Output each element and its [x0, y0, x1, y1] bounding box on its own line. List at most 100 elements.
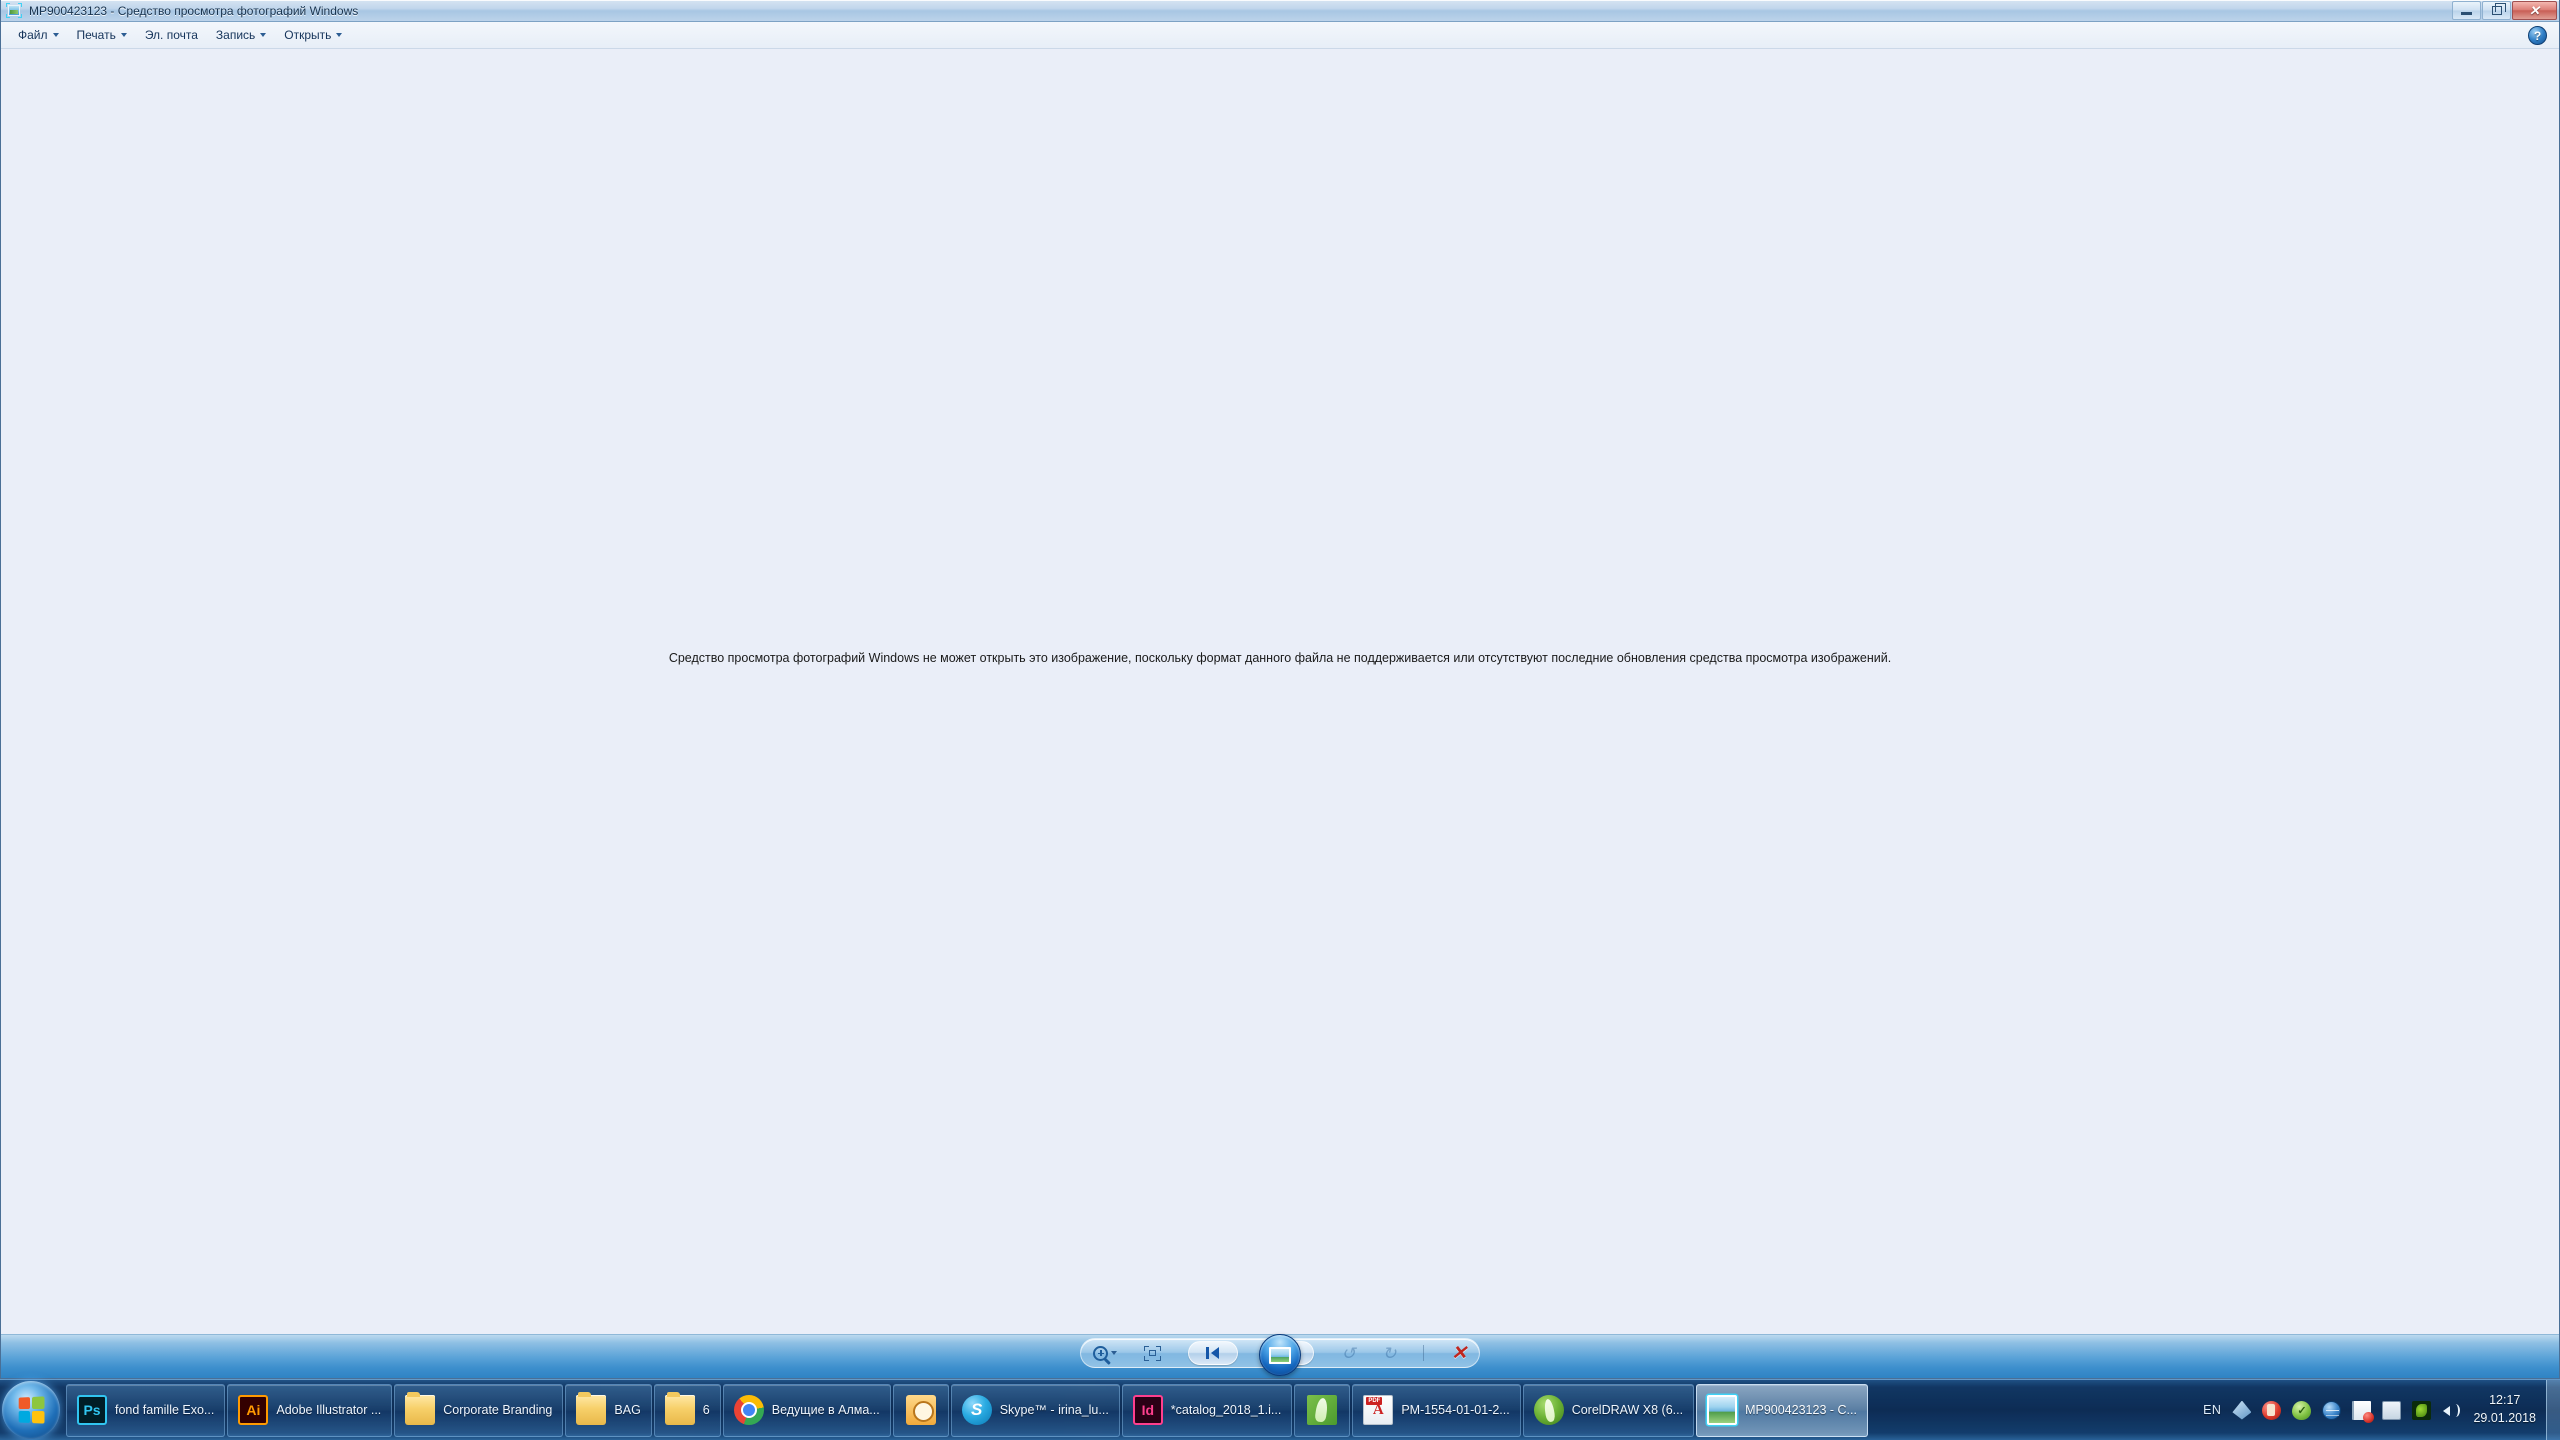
chevron-down-icon — [336, 33, 343, 37]
taskbar-item-label: BAG — [614, 1403, 641, 1417]
coreldraw-icon — [1533, 1395, 1564, 1425]
taskbar-item-label: Ведущие в Алма... — [771, 1403, 880, 1417]
zoom-in-icon — [1093, 1345, 1108, 1361]
photo-viewer-icon — [6, 3, 22, 18]
taskbar-item-label: fond famille Exo... — [115, 1403, 215, 1417]
show-desktop-button[interactable] — [2546, 1379, 2560, 1440]
delete-icon: ✕ — [1451, 1342, 1467, 1364]
previous-arrow-icon — [1211, 1347, 1220, 1359]
window-title: MP900423123 - Средство просмотра фотогра… — [29, 3, 359, 18]
satellite-dish-icon[interactable] — [2232, 1400, 2252, 1420]
slideshow-button[interactable] — [1259, 1334, 1301, 1376]
title-bar[interactable]: MP900423123 - Средство просмотра фотогра… — [1, 0, 2559, 22]
menu-item-label: Печать — [76, 28, 116, 42]
taskbar-item-label: CorelDRAW X8 (6... — [1571, 1403, 1684, 1417]
taskbar-item-pdf[interactable]: A PM-1554-01-01-2... — [1352, 1383, 1521, 1437]
folder-icon — [576, 1392, 607, 1425]
zoom-button[interactable] — [1093, 1341, 1117, 1365]
chevron-down-icon — [260, 33, 267, 37]
toolbar-separator — [1423, 1345, 1425, 1361]
taskbar-item-label: *catalog_2018_1.i... — [1170, 1403, 1282, 1417]
taskbar-item-label: Skype™ - irina_lu... — [999, 1403, 1109, 1417]
menu-item-label: Эл. почта — [144, 28, 198, 42]
menu-item-label: Открыть — [284, 28, 332, 42]
illustrator-icon: Ai — [238, 1395, 269, 1425]
photoshop-icon: Ps — [77, 1395, 107, 1425]
taskbar-item-skype[interactable]: S Skype™ - irina_lu... — [950, 1383, 1120, 1437]
green-leaf-icon — [1307, 1395, 1338, 1425]
fit-to-window-button[interactable] — [1143, 1341, 1161, 1365]
system-tray: EN — [2189, 1380, 2467, 1440]
folder-icon — [405, 1392, 436, 1425]
menu-item-open[interactable]: Открыть — [275, 24, 351, 46]
taskbar-item-green-leaf-app[interactable] — [1294, 1383, 1351, 1437]
taskbar-item-folder-6[interactable]: 6 — [653, 1383, 721, 1437]
taskbar-item-label: PM-1554-01-01-2... — [1401, 1403, 1510, 1417]
previous-image-button[interactable] — [1187, 1341, 1238, 1365]
menu-item-email[interactable]: Эл. почта — [136, 24, 207, 46]
action-center-flag-icon[interactable] — [2352, 1400, 2375, 1423]
indesign-icon: Id — [1132, 1395, 1163, 1425]
chevron-down-icon — [52, 33, 59, 37]
bottom-control-bar: ↺ ↻ ✕ — [1, 1334, 2559, 1378]
network-monitor-icon[interactable] — [2382, 1400, 2402, 1420]
taskbar-item-photo-viewer[interactable]: MP900423123 - C... — [1696, 1383, 1868, 1437]
taskbar-item-outlook[interactable] — [892, 1383, 949, 1437]
taskbar-buttons: Ps fond famille Exo... Ai Adobe Illustra… — [66, 1383, 2189, 1437]
language-indicator[interactable]: EN — [2203, 1403, 2221, 1417]
viewer-toolbar: ↺ ↻ ✕ — [1080, 1334, 1480, 1376]
help-icon[interactable]: ? — [2528, 26, 2547, 45]
start-button[interactable] — [2, 1381, 60, 1439]
close-icon: ✕ — [2529, 3, 2540, 18]
taskbar-item-indesign[interactable]: Id *catalog_2018_1.i... — [1121, 1383, 1293, 1437]
outlook-icon — [905, 1395, 936, 1425]
chevron-down-icon — [120, 33, 127, 37]
fit-to-window-icon — [1143, 1345, 1161, 1361]
delete-button[interactable]: ✕ — [1451, 1341, 1467, 1365]
volume-icon[interactable] — [2442, 1401, 2461, 1420]
image-canvas: Средство просмотра фотографий Windows не… — [1, 49, 2559, 1334]
restore-button[interactable] — [2482, 1, 2511, 20]
pdf-icon: A — [1363, 1395, 1394, 1425]
menu-item-print[interactable]: Печать — [68, 24, 136, 46]
photo-viewer-icon — [1707, 1395, 1738, 1425]
taskbar-item-label: 6 — [702, 1403, 710, 1417]
rotate-counterclockwise-icon: ↺ — [1341, 1343, 1356, 1363]
skype-icon: S — [961, 1395, 992, 1425]
error-message: Средство просмотра фотографий Windows не… — [668, 650, 1892, 665]
rotate-clockwise-icon: ↻ — [1382, 1343, 1397, 1363]
nvidia-icon[interactable] — [2412, 1400, 2432, 1420]
taskbar-item-chrome[interactable]: Ведущие в Алма... — [722, 1383, 891, 1437]
slideshow-icon — [1269, 1346, 1291, 1364]
window-controls: ✕ — [2452, 1, 2557, 20]
menu-item-file[interactable]: Файл — [9, 24, 68, 46]
green-shield-icon[interactable] — [2292, 1400, 2312, 1420]
chrome-icon — [733, 1395, 764, 1425]
minimize-button[interactable] — [2452, 1, 2481, 20]
taskbar-item-label: MP900423123 - C... — [1745, 1403, 1857, 1417]
menu-item-label: Файл — [18, 28, 48, 42]
menu-item-label: Запись — [215, 28, 256, 42]
clock-date: 29.01.2018 — [2473, 1411, 2536, 1425]
taskbar-item-label: Adobe Illustrator ... — [276, 1403, 382, 1417]
taskbar-item-label: Corporate Branding — [443, 1403, 553, 1417]
network-globe-icon[interactable] — [2322, 1400, 2342, 1420]
taskbar-item-coreldraw[interactable]: CorelDRAW X8 (6... — [1522, 1383, 1695, 1437]
taskbar-item-illustrator[interactable]: Ai Adobe Illustrator ... — [227, 1383, 393, 1437]
taskbar-item-photoshop[interactable]: Ps fond famille Exo... — [66, 1383, 226, 1437]
clock-time: 12:17 — [2489, 1393, 2521, 1408]
windows-logo-icon — [18, 1396, 45, 1424]
taskbar: Ps fond famille Exo... Ai Adobe Illustra… — [0, 1379, 2560, 1440]
chevron-down-icon[interactable] — [1111, 1351, 1117, 1355]
menu-item-burn[interactable]: Запись — [207, 24, 275, 46]
taskbar-item-bag[interactable]: BAG — [565, 1383, 652, 1437]
previous-icon — [1206, 1347, 1210, 1359]
clock[interactable]: 12:17 29.01.2018 — [2467, 1392, 2546, 1428]
rotate-clockwise-button[interactable]: ↻ — [1382, 1341, 1396, 1365]
menu-bar: Файл Печать Эл. почта Запись Открыть ? — [1, 22, 2559, 49]
taskbar-item-corporate-branding[interactable]: Corporate Branding — [394, 1383, 564, 1437]
folder-icon — [664, 1392, 695, 1425]
close-button[interactable]: ✕ — [2512, 1, 2557, 20]
ccleaner-icon[interactable] — [2262, 1400, 2282, 1420]
rotate-counterclockwise-button[interactable]: ↺ — [1341, 1341, 1355, 1365]
